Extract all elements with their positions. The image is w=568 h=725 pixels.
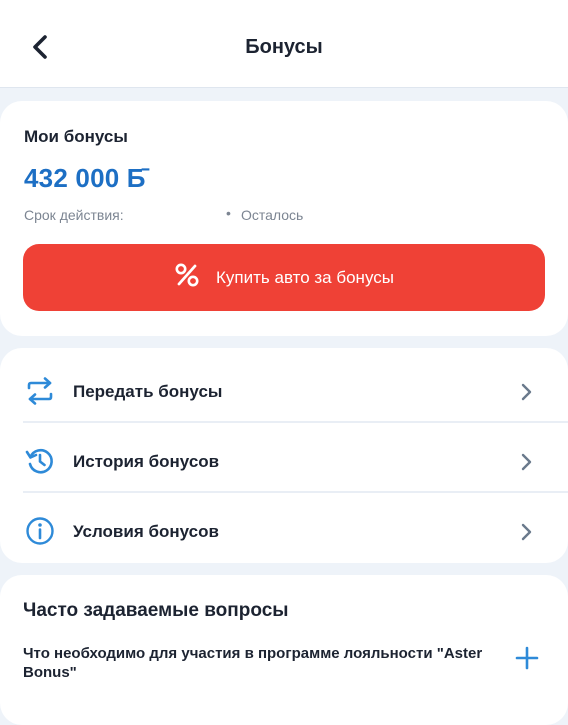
chevron-right-icon xyxy=(518,382,534,402)
faq-question: Что необходимо для участия в программе л… xyxy=(23,645,483,681)
transfer-arrows-icon xyxy=(24,375,56,407)
menu-item-bonus-history[interactable]: История бонусов xyxy=(0,423,568,493)
faq-title: Часто задаваемые вопросы xyxy=(23,600,289,621)
menu-item-bonus-terms[interactable]: Условия бонусов xyxy=(0,493,568,563)
remaining-label: Осталось xyxy=(241,207,304,223)
faq-card: Часто задаваемые вопросы Что необходимо … xyxy=(0,575,568,725)
balance-label: Мои бонусы xyxy=(24,127,128,146)
menu-item-transfer-bonuses[interactable]: Передать бонусы xyxy=(0,353,568,423)
info-icon xyxy=(24,515,56,547)
app-header: Бонусы xyxy=(0,0,568,88)
history-icon xyxy=(24,445,56,477)
menu-item-label: История бонусов xyxy=(73,452,220,471)
chevron-right-icon xyxy=(518,452,534,472)
page-title: Бонусы xyxy=(245,36,323,58)
menu-item-label: Условия бонусов xyxy=(73,522,219,541)
validity-label: Срок действия: xyxy=(24,207,124,223)
menu-item-label: Передать бонусы xyxy=(73,382,223,401)
balance-value: 432 000 Б̄ xyxy=(24,163,146,193)
buy-button-label: Купить авто за бонусы xyxy=(216,267,394,287)
buy-car-with-bonuses-button[interactable]: Купить авто за бонусы xyxy=(23,244,545,311)
separator-dot: • xyxy=(226,205,231,221)
bonus-menu-card: Передать бонусы История бонусов Условия … xyxy=(0,348,568,563)
plus-icon[interactable] xyxy=(514,645,540,671)
faq-item[interactable]: Что необходимо для участия в программе л… xyxy=(0,637,568,697)
percent-icon xyxy=(174,262,200,293)
chevron-right-icon xyxy=(518,522,534,542)
bonus-balance-card: Мои бонусы 432 000 Б̄ Срок действия: • О… xyxy=(0,101,568,336)
